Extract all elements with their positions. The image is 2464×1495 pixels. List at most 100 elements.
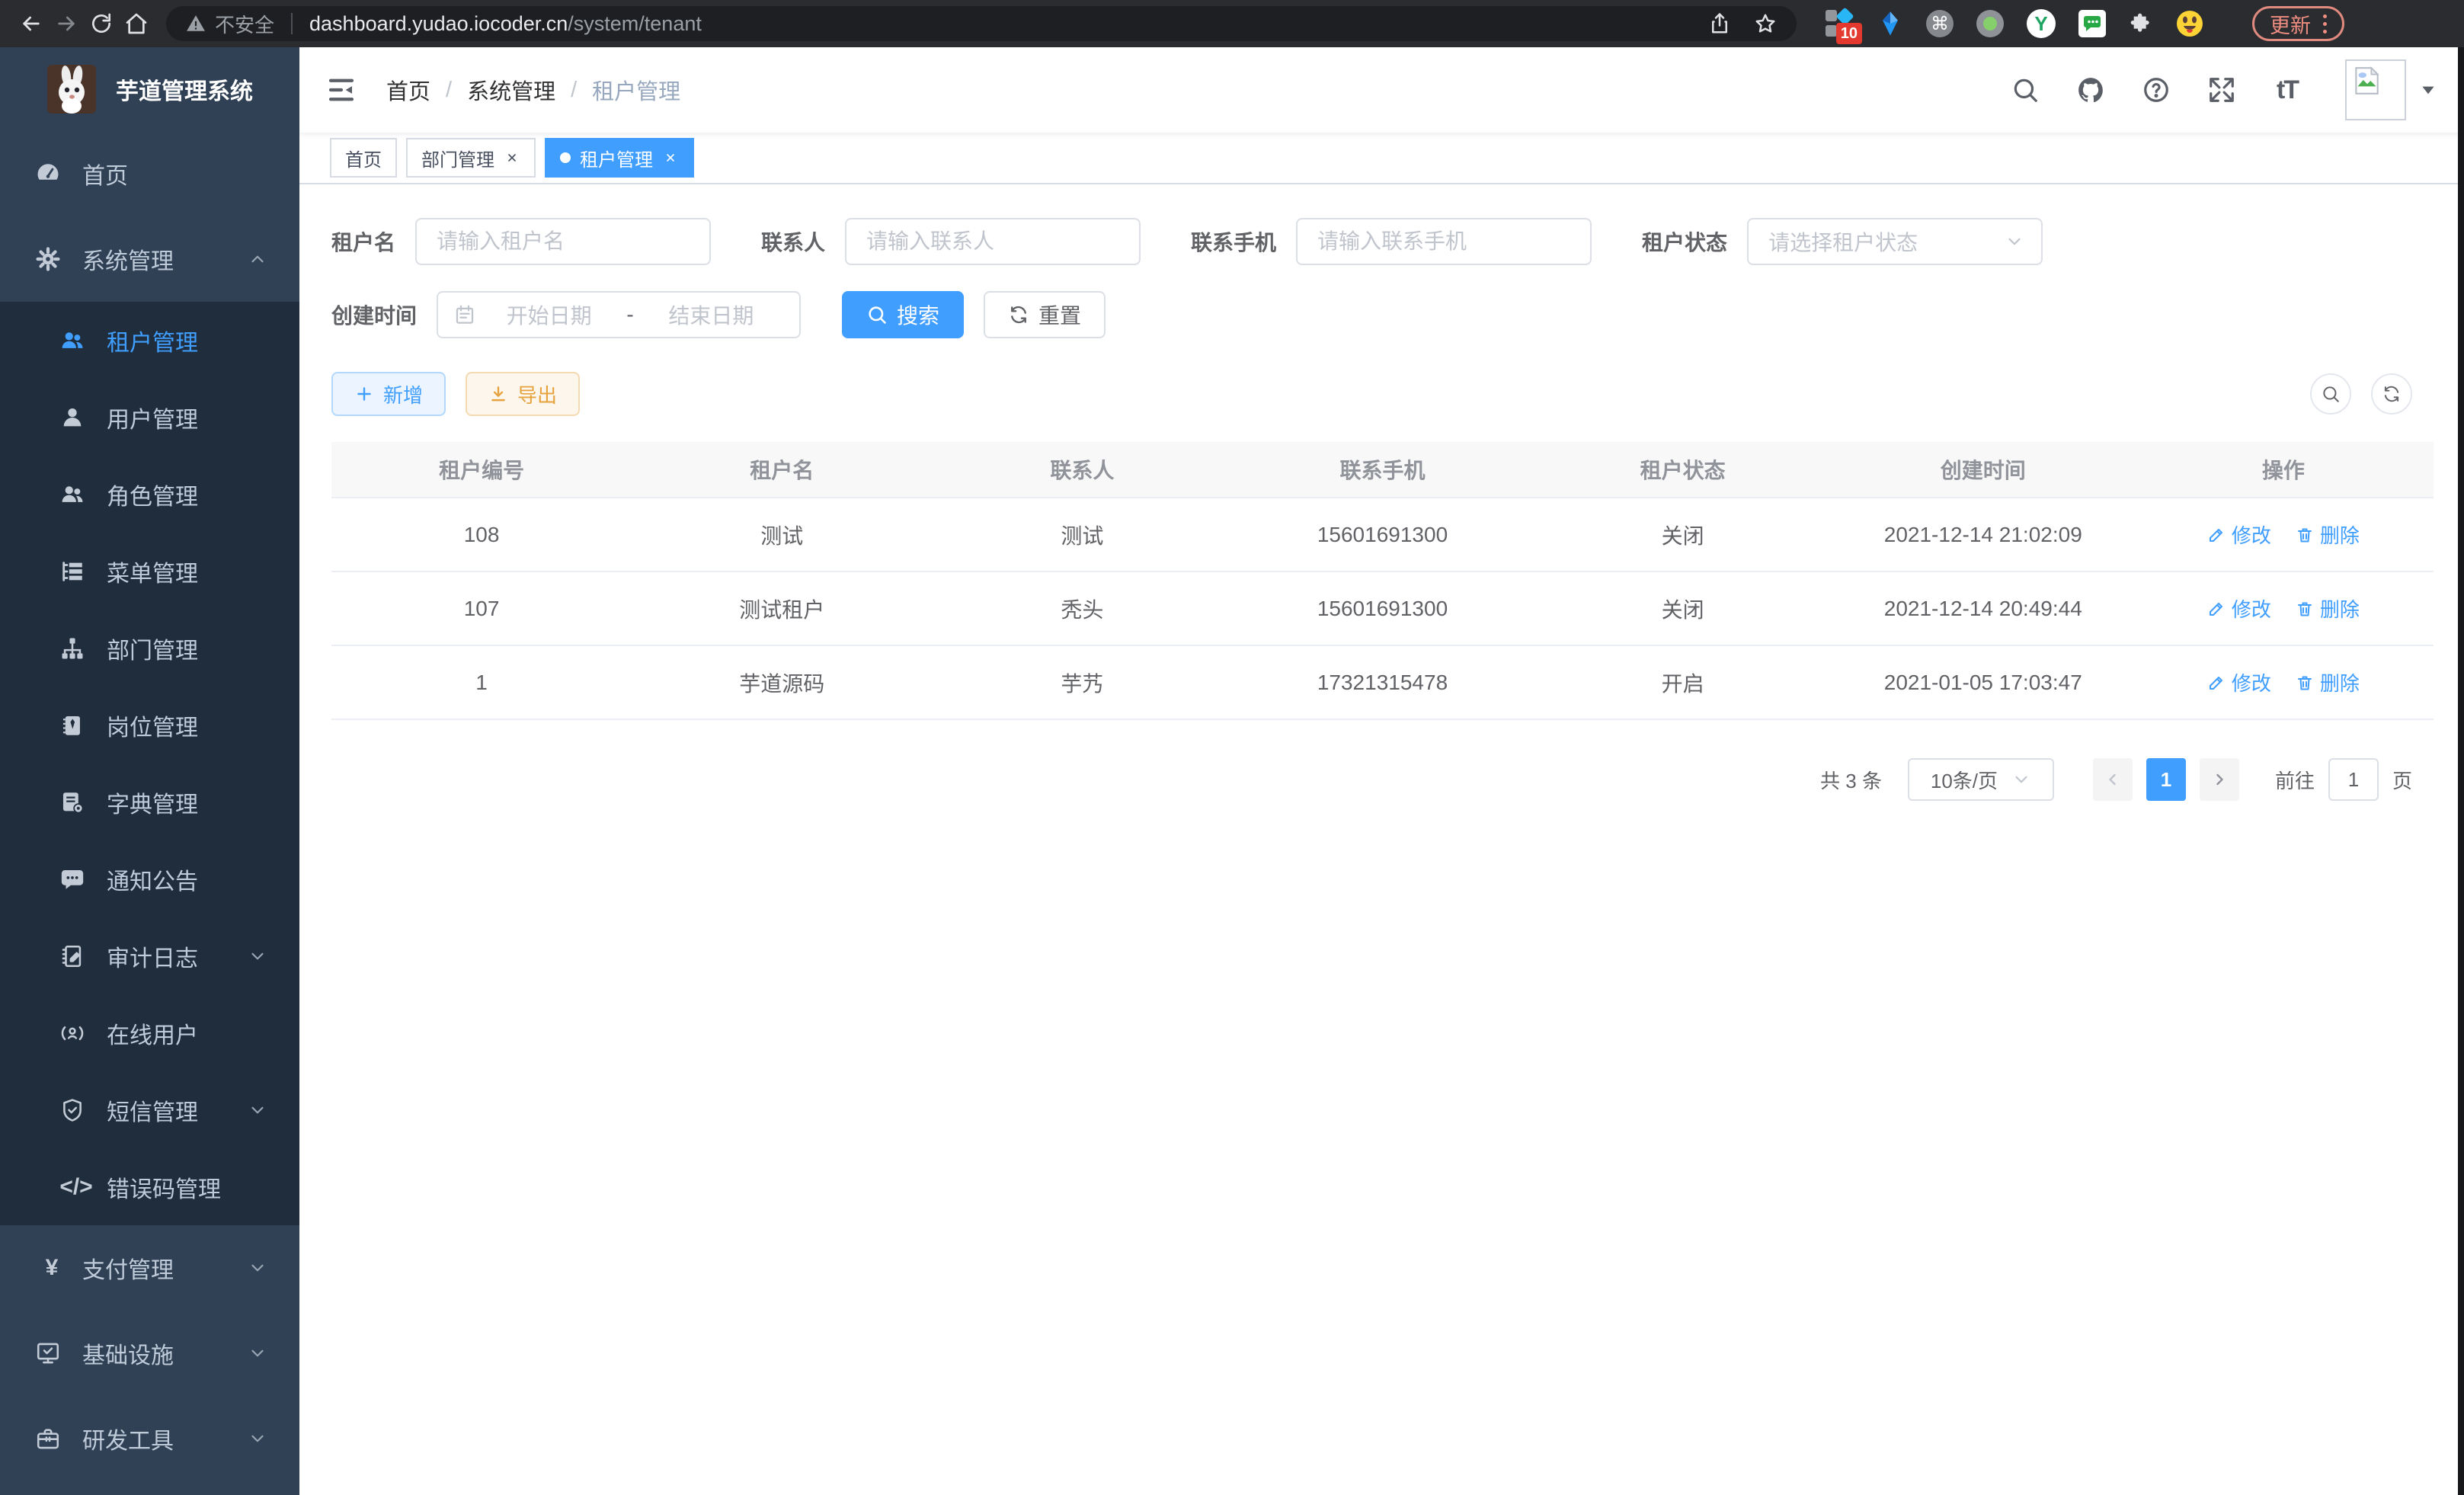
col-header-status: 租户状态 (1533, 454, 1833, 485)
table-row: 108 测试 测试 15601691300 关闭 2021-12-14 21:0… (331, 498, 2434, 572)
org-chart-icon (59, 635, 85, 661)
log-pencil-icon (59, 943, 85, 969)
chevron-down-icon (248, 1258, 267, 1278)
table-header-row: 租户编号 租户名 联系人 联系手机 租户状态 创建时间 操作 (331, 442, 2434, 498)
extensions-puzzle-icon[interactable] (2129, 11, 2153, 36)
sidebar-item-tenant[interactable]: 租户管理 (0, 302, 299, 379)
tab-departments[interactable]: 部门管理 (406, 138, 536, 178)
refresh-icon (2382, 384, 2402, 404)
browser-forward-button[interactable] (49, 6, 84, 41)
sidebar-item-dict[interactable]: 字典管理 (0, 764, 299, 840)
share-icon[interactable] (1708, 12, 1731, 35)
home-icon (124, 11, 149, 36)
breadcrumb-separator: / (571, 78, 577, 103)
page-content: 租户名 联系人 联系手机 租户状态 请选择租户状态 创建时间 (299, 184, 2464, 801)
sidebar-collapse-icon[interactable] (325, 74, 357, 106)
kite-extension-icon[interactable] (1877, 11, 1903, 37)
sidebar-item-departments[interactable]: 部门管理 (0, 610, 299, 687)
tab-tenant[interactable]: 租户管理 (545, 138, 694, 178)
sidebar-item-infrastructure[interactable]: 基础设施 (0, 1311, 299, 1396)
add-button[interactable]: 新增 (331, 372, 446, 416)
forward-icon (54, 11, 78, 36)
chevron-down-icon (248, 1100, 267, 1120)
edit-row-button[interactable]: 修改 (2207, 668, 2271, 696)
sidebar-item-users[interactable]: 用户管理 (0, 379, 299, 456)
cell-created: 2021-12-14 20:49:44 (1833, 597, 2133, 621)
start-date-placeholder: 开始日期 (476, 299, 622, 330)
badge-icon (59, 712, 85, 738)
sidebar-item-menus[interactable]: 菜单管理 (0, 533, 299, 610)
page-unit-label: 页 (2392, 766, 2412, 794)
sidebar-item-error-codes[interactable]: </> 错误码管理 (0, 1148, 299, 1225)
breadcrumb-system[interactable]: 系统管理 (467, 74, 555, 106)
tab-home[interactable]: 首页 (330, 138, 397, 178)
sidebar-item-sms[interactable]: 短信管理 (0, 1071, 299, 1148)
edit-row-button[interactable]: 修改 (2207, 520, 2271, 549)
delete-row-button[interactable]: 删除 (2296, 594, 2360, 623)
edit-row-button[interactable]: 修改 (2207, 594, 2271, 623)
delete-row-button[interactable]: 删除 (2296, 668, 2360, 696)
contact-input[interactable] (845, 218, 1141, 265)
browser-menu-kebab-icon[interactable] (2323, 14, 2327, 34)
browser-home-button[interactable] (119, 6, 154, 41)
created-date-range-picker[interactable]: 开始日期 - 结束日期 (437, 291, 801, 338)
recorder-extension-icon[interactable] (1976, 10, 2004, 37)
font-size-button[interactable]: tT (2272, 75, 2302, 105)
cell-contact: 测试 (932, 520, 1232, 550)
sidebar-item-system[interactable]: 系统管理 (0, 216, 299, 302)
gear-icon (35, 246, 61, 272)
address-bar[interactable]: 不安全 dashboard.yudao.iocoder.cn /system/t… (166, 6, 1797, 41)
y-extension-icon[interactable]: Y (2027, 9, 2056, 38)
sidebar-item-online-users[interactable]: 在线用户 (0, 994, 299, 1071)
status-select[interactable]: 请选择租户状态 (1747, 218, 2043, 265)
close-tab-icon[interactable] (504, 149, 520, 166)
avatar (2345, 59, 2406, 120)
edit-pencil-icon (2207, 526, 2226, 544)
github-link-button[interactable] (2075, 75, 2106, 105)
next-page-button[interactable] (2200, 758, 2239, 801)
fullscreen-button[interactable] (2206, 75, 2237, 105)
sidebar-item-dev-tools[interactable]: 研发工具 (0, 1396, 299, 1481)
browser-back-button[interactable] (14, 6, 49, 41)
refresh-table-button[interactable] (2371, 373, 2412, 415)
sidebar-item-roles[interactable]: 角色管理 (0, 456, 299, 533)
prev-page-button[interactable] (2093, 758, 2133, 801)
main-area: 首页 / 系统管理 / 租户管理 tT (299, 47, 2464, 1495)
delete-row-button[interactable]: 删除 (2296, 520, 2360, 549)
refresh-icon (1008, 304, 1029, 325)
cell-name: 芋道源码 (632, 667, 932, 698)
cell-phone: 17321315478 (1232, 671, 1532, 695)
monitor-check-icon (35, 1340, 61, 1366)
phone-input[interactable] (1296, 218, 1592, 265)
trash-icon (2296, 526, 2314, 544)
chat-extension-icon[interactable] (2078, 10, 2106, 37)
goto-page-input[interactable] (2328, 758, 2379, 801)
breadcrumb-home[interactable]: 首页 (386, 74, 430, 106)
search-button[interactable]: 搜索 (842, 291, 964, 338)
header-search-button[interactable] (2010, 75, 2040, 105)
browser-reload-button[interactable] (84, 6, 119, 41)
reset-button[interactable]: 重置 (984, 291, 1106, 338)
user-avatar-dropdown[interactable] (2345, 59, 2438, 120)
phone-label: 联系手机 (1191, 226, 1276, 257)
app-logo-row[interactable]: 芋道管理系统 (0, 47, 299, 131)
sidebar-item-notice[interactable]: 通知公告 (0, 840, 299, 917)
bookmark-star-icon[interactable] (1754, 12, 1777, 35)
sidebar-item-home[interactable]: 首页 (0, 131, 299, 216)
url-divider (291, 13, 293, 34)
chevron-down-icon (248, 946, 267, 966)
sidebar-item-posts[interactable]: 岗位管理 (0, 687, 299, 764)
profile-emoji-avatar[interactable] (2176, 10, 2203, 37)
tenant-name-input[interactable] (415, 218, 711, 265)
sidebar-item-payment[interactable]: ¥ 支付管理 (0, 1225, 299, 1311)
current-page-button[interactable]: 1 (2146, 758, 2186, 801)
command-extension-icon[interactable]: ⌘ (1926, 10, 1954, 37)
sidebar-item-audit-log[interactable]: 审计日志 (0, 917, 299, 994)
export-button[interactable]: 导出 (466, 372, 580, 416)
browser-update-button[interactable]: 更新 (2252, 6, 2344, 41)
toggle-search-button[interactable] (2310, 373, 2351, 415)
close-tab-icon[interactable] (662, 149, 679, 166)
extension-icon-badged[interactable]: 10 (1826, 9, 1854, 38)
page-size-select[interactable]: 10条/页 (1908, 758, 2054, 801)
help-button[interactable] (2141, 75, 2171, 105)
